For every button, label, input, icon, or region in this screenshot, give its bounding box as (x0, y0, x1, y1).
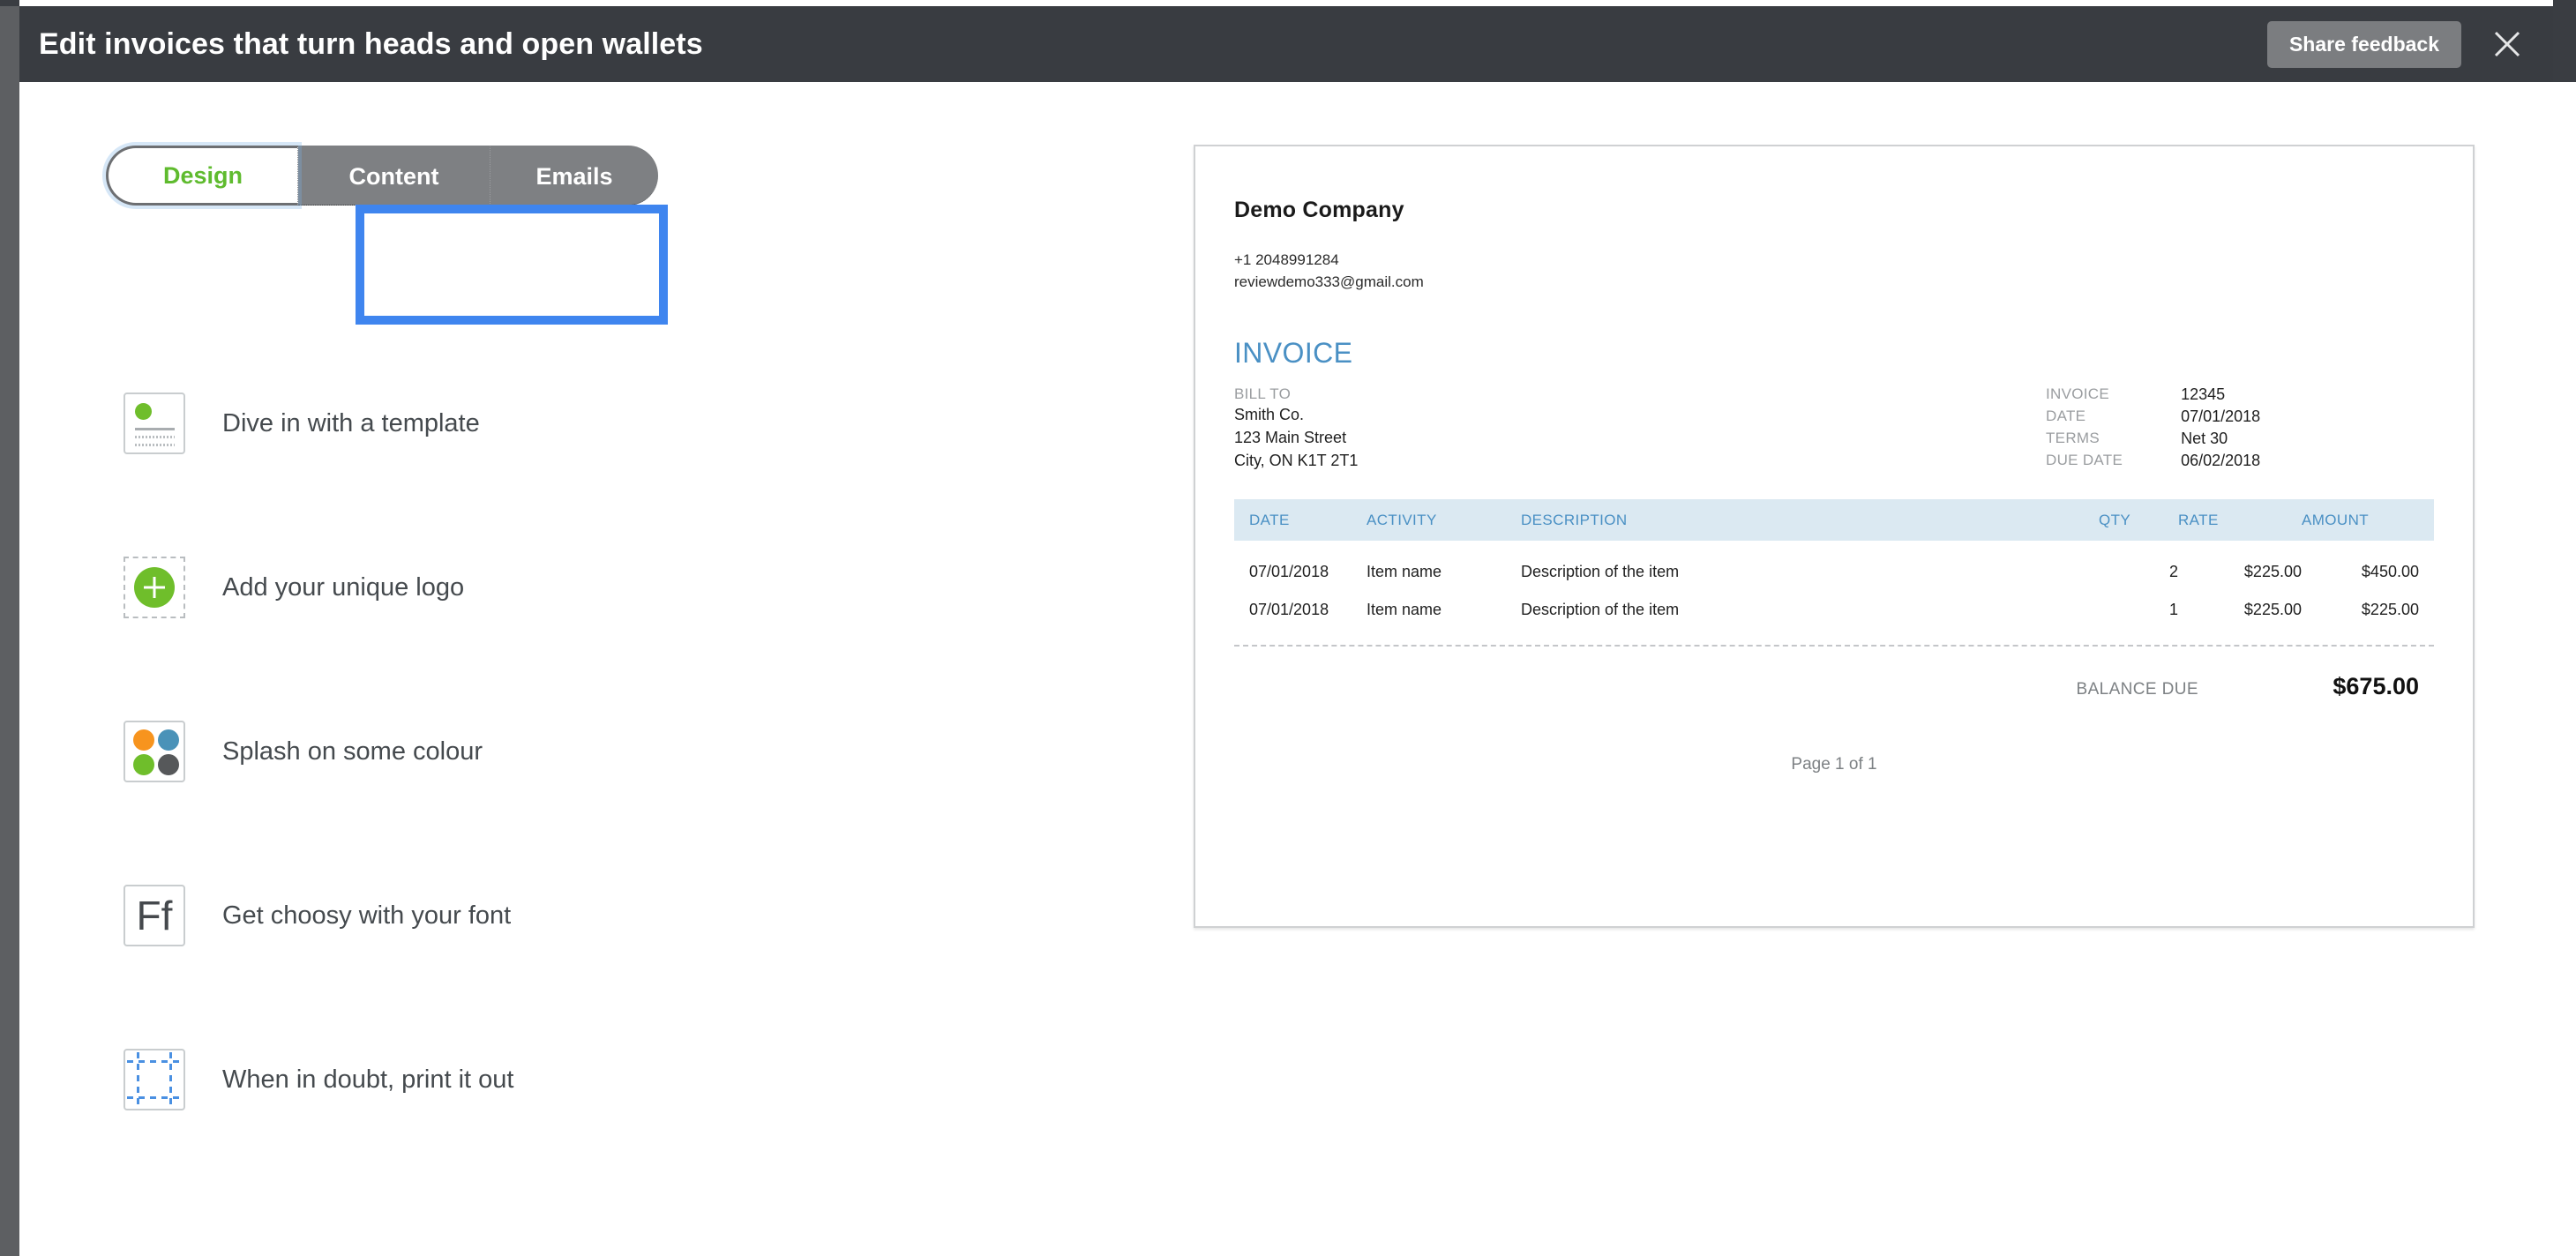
content-tab-highlight-box (356, 205, 668, 325)
balance-due-value: $675.00 (2333, 673, 2419, 700)
invoice-meta-row: TERMS Net 30 (2046, 430, 2260, 452)
option-row-font[interactable]: Ff Get choosy with your font (124, 885, 513, 946)
page-title: Edit invoices that turn heads and open w… (39, 26, 703, 61)
option-label-print: When in doubt, print it out (222, 1065, 514, 1094)
window-right-rail (2553, 0, 2576, 82)
invoice-preview-content: Demo Company +1 2048991284 reviewdemo333… (1234, 198, 2434, 774)
bill-to-line: Smith Co. (1234, 406, 1305, 424)
header-actions: Share feedback (2266, 18, 2553, 71)
option-row-logo[interactable]: Add your unique logo (124, 557, 513, 618)
table-row: 07/01/2018 Item name Description of the … (1234, 541, 2434, 587)
column-header-activity: ACTIVITY (1367, 499, 1521, 542)
invoice-meta-area: BILL TO Smith Co. 123 Main Street City, … (1234, 385, 2434, 470)
tab-content[interactable]: Content (298, 146, 490, 206)
option-row-template[interactable]: Dive in with a template (124, 392, 513, 454)
invoice-bill-to-block: BILL TO Smith Co. 123 Main Street City, … (1234, 385, 1358, 472)
modal-body: Design Content Emails Dive in with a tem… (19, 82, 2576, 1256)
cell-amount: $450.00 (2361, 563, 2419, 581)
column-header-amount: AMOUNT (2302, 499, 2434, 542)
cell-activity: Item name (1367, 601, 1442, 619)
cell-qty: 1 (2168, 601, 2178, 619)
tab-emails[interactable]: Emails (490, 146, 658, 206)
tab-design[interactable]: Design (106, 146, 298, 206)
invoice-meta-value: 06/02/2018 (2181, 452, 2261, 470)
colour-swatches-icon (124, 721, 185, 782)
cell-date: 07/01/2018 (1249, 563, 1329, 581)
column-header-qty: QTY (2099, 499, 2178, 542)
invoice-meta-row: INVOICE 12345 (2046, 385, 2260, 407)
window-left-rail-top (0, 0, 19, 6)
bill-to-line: City, ON K1T 2T1 (1234, 452, 1359, 470)
add-logo-plus-icon (124, 557, 185, 618)
totals-separator (1234, 645, 2434, 647)
cell-qty: 2 (2168, 563, 2178, 581)
font-Ff-icon: Ff (124, 885, 185, 946)
invoice-heading: INVOICE (1234, 337, 1353, 370)
column-header-description: DESCRIPTION (1521, 499, 2099, 542)
bill-to-label: BILL TO (1234, 385, 1292, 403)
table-header-row: DATE ACTIVITY DESCRIPTION QTY RATE AMOUN… (1234, 499, 2434, 542)
invoice-meta-key: DATE (2046, 407, 2086, 425)
print-margins-icon (124, 1049, 185, 1110)
option-label-logo: Add your unique logo (222, 572, 465, 602)
share-feedback-button[interactable]: Share feedback (2266, 20, 2461, 68)
invoice-preview-card: Demo Company +1 2048991284 reviewdemo333… (1194, 145, 2475, 928)
column-header-date: DATE (1234, 499, 1367, 542)
tab-switcher: Design Content Emails (106, 146, 658, 206)
close-icon[interactable] (2481, 18, 2534, 71)
option-row-colour[interactable]: Splash on some colour (124, 721, 513, 782)
bill-to-line: 123 Main Street (1234, 429, 1347, 447)
template-card-icon (124, 392, 185, 454)
invoice-company-contact: +1 2048991284 reviewdemo333@gmail.com (1234, 250, 2434, 293)
cell-description: Description of the item (1521, 563, 1680, 581)
invoice-meta-value: 07/01/2018 (2181, 407, 2261, 426)
cell-date: 07/01/2018 (1249, 601, 1329, 619)
balance-due-label: BALANCE DUE (2076, 680, 2198, 699)
invoice-company-phone: +1 2048991284 (1234, 251, 1339, 268)
table-row: 07/01/2018 Item name Description of the … (1234, 587, 2434, 625)
invoice-meta-key: INVOICE (2046, 385, 2110, 403)
cell-rate: $225.00 (2243, 563, 2302, 581)
design-options-list: Dive in with a template Add your unique … (124, 392, 513, 1110)
cell-amount: $225.00 (2361, 601, 2419, 619)
column-header-rate: RATE (2178, 499, 2302, 542)
invoice-meta-row: DUE DATE 06/02/2018 (2046, 452, 2260, 474)
option-row-print[interactable]: When in doubt, print it out (124, 1049, 513, 1110)
invoice-meta-table: INVOICE 12345 DATE 07/01/2018 TERMS Net … (2046, 385, 2260, 474)
invoice-line-items-table: DATE ACTIVITY DESCRIPTION QTY RATE AMOUN… (1234, 499, 2434, 625)
invoice-company-name: Demo Company (1234, 198, 1404, 222)
invoice-meta-key: TERMS (2046, 430, 2100, 447)
cell-activity: Item name (1367, 563, 1442, 581)
page-indicator: Page 1 of 1 (1791, 755, 1877, 774)
option-label-colour: Splash on some colour (222, 736, 483, 766)
invoice-meta-row: DATE 07/01/2018 (2046, 407, 2260, 430)
window-left-rail (0, 0, 19, 1256)
balance-due-row: BALANCE DUE $675.00 (1234, 673, 2434, 700)
option-label-font: Get choosy with your font (222, 901, 512, 930)
invoice-meta-value: 12345 (2181, 385, 2226, 404)
modal-header: Edit invoices that turn heads and open w… (19, 6, 2553, 82)
cell-rate: $225.00 (2243, 601, 2302, 619)
invoice-meta-value: Net 30 (2181, 430, 2228, 448)
option-label-template: Dive in with a template (222, 408, 480, 437)
invoice-meta-key: DUE DATE (2046, 452, 2123, 469)
cell-description: Description of the item (1521, 601, 1680, 619)
invoice-company-email: reviewdemo333@gmail.com (1234, 273, 1424, 290)
